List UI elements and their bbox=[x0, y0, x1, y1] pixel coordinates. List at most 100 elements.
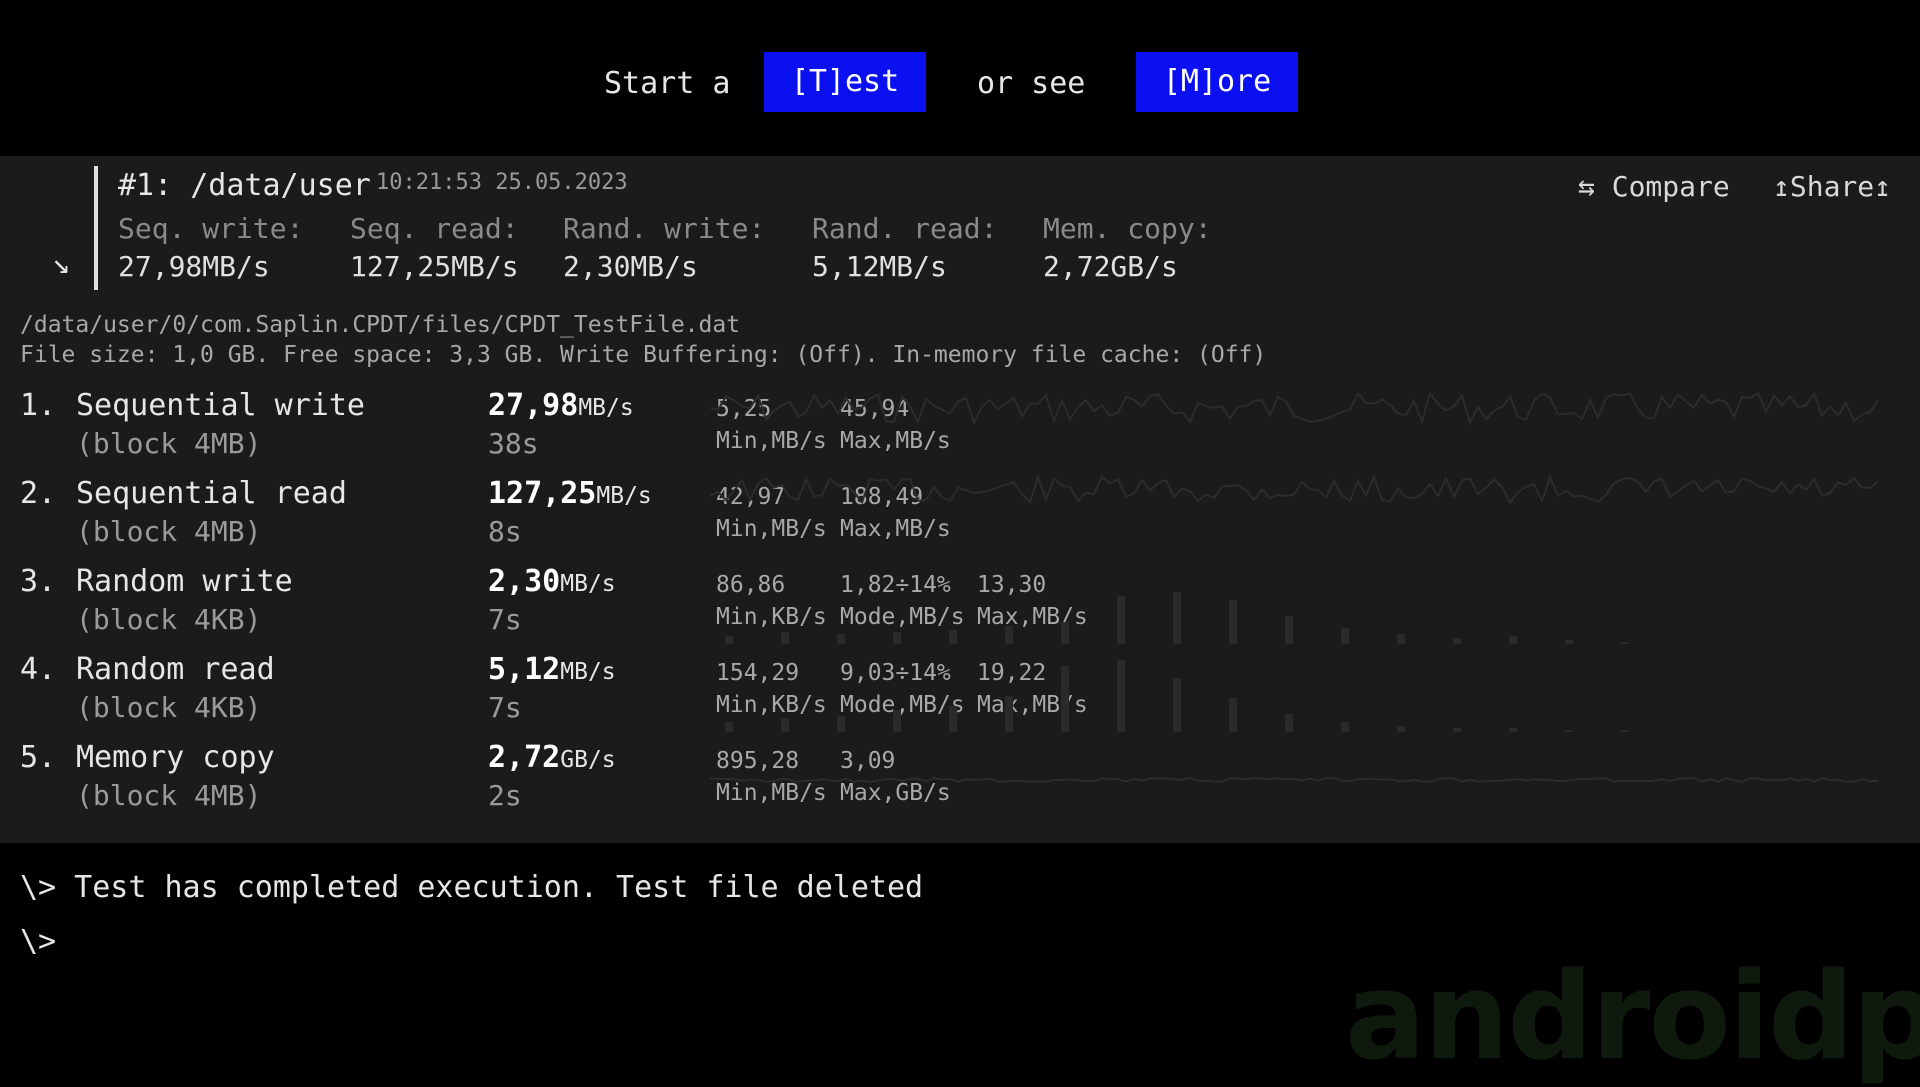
console-output: \> Test has completed execution. Test fi… bbox=[20, 870, 924, 905]
histogram-bar bbox=[1397, 726, 1405, 732]
test-name: Random write bbox=[76, 564, 293, 599]
test-speed: 127,25MB/s bbox=[488, 476, 652, 511]
test-number: 1. bbox=[20, 388, 57, 423]
speed-unit: MB/s bbox=[560, 571, 616, 597]
speed-unit: MB/s bbox=[560, 659, 616, 685]
histogram-bar bbox=[1061, 666, 1069, 732]
summary-label: Seq. read: bbox=[350, 212, 519, 245]
test-duration: 38s bbox=[488, 427, 539, 460]
speed-histogram bbox=[725, 592, 1629, 644]
start-prompt: Start a bbox=[604, 66, 731, 101]
test-number: 3. bbox=[20, 564, 57, 599]
test-number: 5. bbox=[20, 740, 57, 775]
run-timestamp: 10:21:53 25.05.2023 bbox=[376, 170, 628, 195]
summary-value: 127,25MB/s bbox=[350, 250, 519, 283]
test-block: (block 4MB) bbox=[76, 779, 262, 812]
histogram-bar bbox=[1005, 626, 1013, 644]
speed-value: 27,98 bbox=[488, 388, 579, 423]
histogram-bar bbox=[1229, 698, 1237, 732]
console-prompt[interactable]: \> bbox=[20, 924, 56, 959]
compare-button[interactable]: ⇆ Compare bbox=[1578, 170, 1730, 203]
speed-graph-line bbox=[710, 390, 1879, 426]
test-row-random-write: 3. Random write (block 4KB) 2,30MB/s 7s … bbox=[0, 564, 1920, 650]
test-number: 2. bbox=[20, 476, 57, 511]
speed-graph-line bbox=[710, 776, 1879, 784]
test-speed: 27,98MB/s bbox=[488, 388, 634, 423]
histogram-bar bbox=[1509, 728, 1517, 732]
test-duration: 7s bbox=[488, 691, 522, 724]
more-button[interactable]: [M]ore bbox=[1136, 52, 1298, 112]
test-row-random-read: 4. Random read (block 4KB) 5,12MB/s 7s 1… bbox=[0, 652, 1920, 738]
speed-value: 127,25 bbox=[488, 476, 597, 511]
summary-value: 5,12MB/s bbox=[812, 250, 947, 283]
test-number: 4. bbox=[20, 652, 57, 687]
speed-graph-line bbox=[710, 476, 1879, 505]
test-speed: 2,72GB/s bbox=[488, 740, 616, 775]
results-panel: ↘ #1: /data/user 10:21:53 25.05.2023 ⇆ C… bbox=[0, 156, 1920, 843]
histogram-bar bbox=[725, 636, 733, 644]
speed-unit: MB/s bbox=[578, 395, 634, 421]
arrow-down-right-icon[interactable]: ↘ bbox=[52, 246, 70, 281]
histogram-bar bbox=[1453, 638, 1461, 644]
histogram-bar bbox=[1565, 730, 1573, 732]
test-button[interactable]: [T]est bbox=[764, 52, 926, 112]
histogram-bar bbox=[1453, 728, 1461, 732]
histogram-bar bbox=[949, 630, 957, 644]
histogram-bar bbox=[1621, 642, 1629, 644]
histogram-bar bbox=[1117, 596, 1125, 644]
histogram-bar bbox=[893, 632, 901, 644]
histogram-bar bbox=[1285, 714, 1293, 732]
histogram-bar bbox=[1117, 660, 1125, 732]
speed-histogram bbox=[725, 660, 1629, 732]
speed-unit: MB/s bbox=[596, 483, 652, 509]
top-bar: Start a [T]est or see [M]ore bbox=[0, 0, 1920, 156]
test-name: Memory copy bbox=[76, 740, 275, 775]
test-row-sequential-read: 2. Sequential read (block 4MB) 127,25MB/… bbox=[0, 476, 1920, 562]
test-speed: 2,30MB/s bbox=[488, 564, 616, 599]
test-block: (block 4KB) bbox=[76, 691, 262, 724]
speed-value: 2,72 bbox=[488, 740, 561, 775]
histogram-bar bbox=[1341, 722, 1349, 732]
file-info: File size: 1,0 GB. Free space: 3,3 GB. W… bbox=[20, 342, 1267, 368]
test-duration: 7s bbox=[488, 603, 522, 636]
test-duration: 2s bbox=[488, 779, 522, 812]
speed-value: 5,12 bbox=[488, 652, 561, 687]
histogram-bar bbox=[1397, 634, 1405, 644]
histogram-bar bbox=[1229, 600, 1237, 644]
histogram-bar bbox=[1173, 678, 1181, 732]
test-duration: 8s bbox=[488, 515, 522, 548]
histogram-bar bbox=[837, 716, 845, 732]
or-see-text: or see bbox=[977, 66, 1086, 101]
summary-value: 2,72GB/s bbox=[1043, 250, 1178, 283]
androidpc-watermark-logo: androidpc bbox=[1345, 948, 1920, 1087]
test-block: (block 4MB) bbox=[76, 427, 262, 460]
summary-label: Rand. read: bbox=[812, 212, 998, 245]
histogram-bar bbox=[893, 710, 901, 732]
histogram-bar bbox=[837, 634, 845, 644]
run-title: #1: /data/user bbox=[118, 168, 371, 203]
histogram-bar bbox=[1565, 640, 1573, 644]
summary-label: Rand. write: bbox=[563, 212, 766, 245]
histogram-bar bbox=[1341, 628, 1349, 644]
test-speed: 5,12MB/s bbox=[488, 652, 616, 687]
histogram-bar bbox=[949, 706, 957, 732]
histogram-bar bbox=[1509, 636, 1517, 644]
summary-value: 27,98MB/s bbox=[118, 250, 270, 283]
speed-unit: GB/s bbox=[560, 747, 616, 773]
histogram-bar bbox=[1285, 616, 1293, 644]
test-block: (block 4MB) bbox=[76, 515, 262, 548]
test-row-sequential-write: 1. Sequential write (block 4MB) 27,98MB/… bbox=[0, 388, 1920, 474]
test-name: Sequential write bbox=[76, 388, 365, 423]
history-marker bbox=[94, 166, 98, 290]
histogram-bar bbox=[1005, 696, 1013, 732]
share-button[interactable]: ↥Share↥ bbox=[1773, 170, 1891, 203]
histogram-bar bbox=[1061, 622, 1069, 644]
speed-value: 2,30 bbox=[488, 564, 561, 599]
summary-value: 2,30MB/s bbox=[563, 250, 698, 283]
histogram-bar bbox=[725, 722, 733, 732]
test-block: (block 4KB) bbox=[76, 603, 262, 636]
file-path: /data/user/0/com.Saplin.CPDT/files/CPDT_… bbox=[20, 312, 741, 338]
test-name: Sequential read bbox=[76, 476, 347, 511]
histogram-bar bbox=[1621, 730, 1629, 732]
histogram-bar bbox=[1173, 592, 1181, 644]
